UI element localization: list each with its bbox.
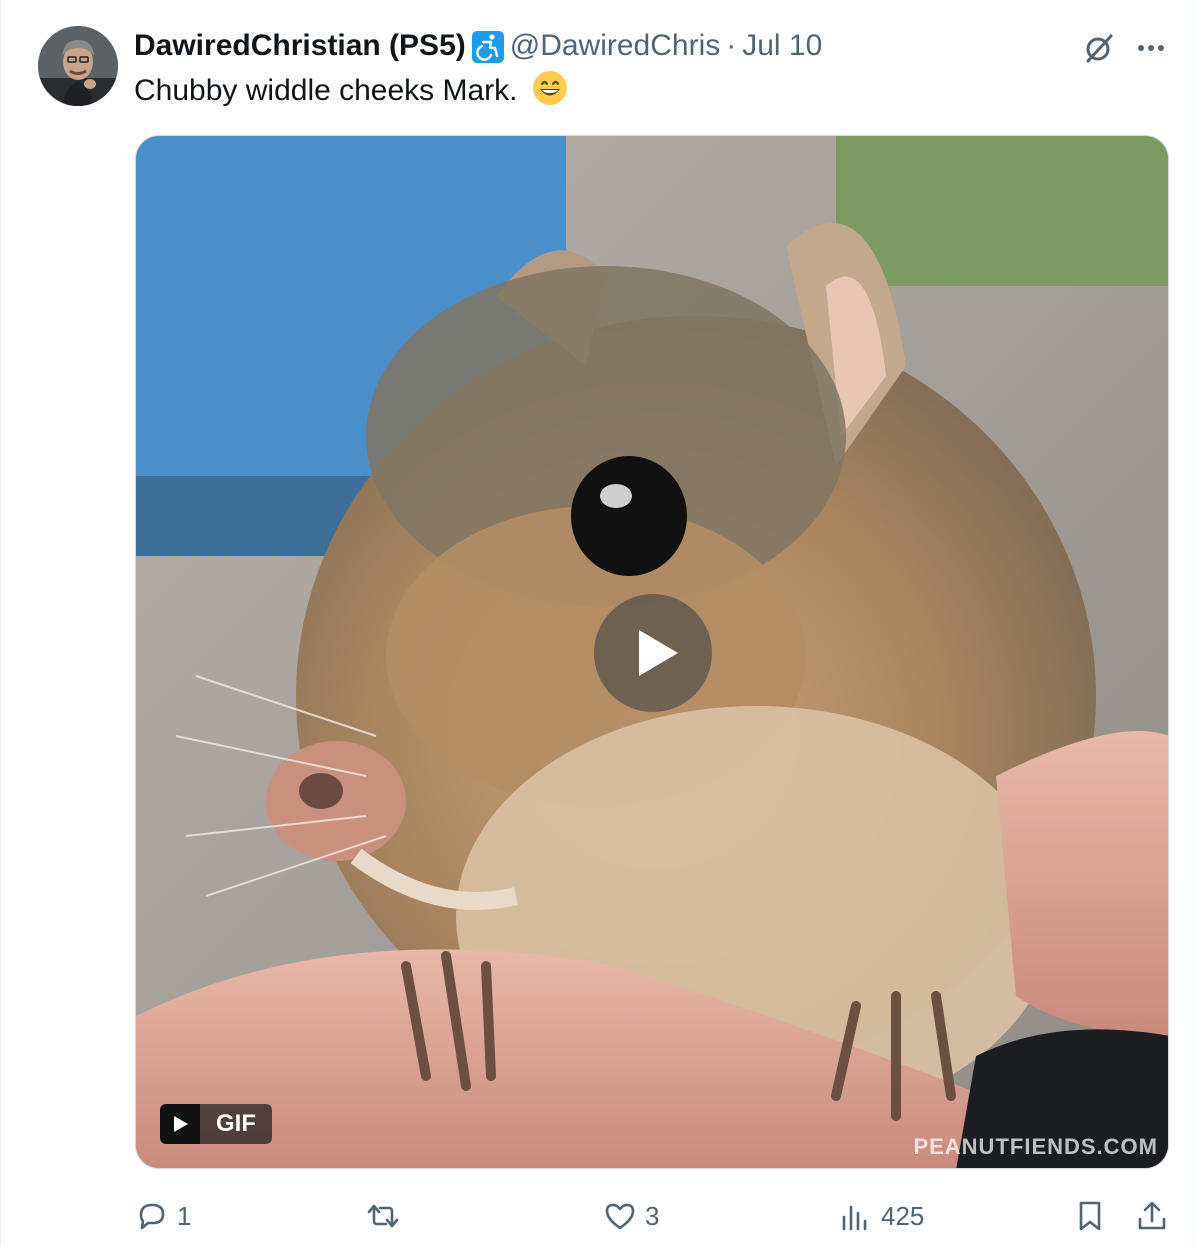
gif-label: GIF <box>200 1104 272 1144</box>
views-button[interactable]: 425 <box>839 1196 924 1236</box>
repost-button[interactable] <box>366 1196 408 1236</box>
reply-count: 1 <box>177 1200 192 1231</box>
more-icon[interactable] <box>1133 30 1169 66</box>
gif-badge: GIF <box>160 1104 272 1144</box>
bookmark-icon <box>1079 1201 1101 1231</box>
bookmark-button[interactable] <box>1073 1196 1107 1236</box>
views-icon <box>842 1205 867 1231</box>
tweet-date[interactable]: Jul 10 <box>742 26 822 66</box>
tweet-text: Chubby widdle cheeks Mark. <box>134 70 568 111</box>
reply-icon <box>139 1203 165 1230</box>
separator-dot: · <box>726 29 737 62</box>
accessibility-badge-icon <box>471 31 504 63</box>
gif-play-icon <box>160 1104 200 1144</box>
play-icon <box>639 630 678 676</box>
like-button[interactable]: 3 <box>603 1196 659 1236</box>
tweet-text-content: Chubby widdle cheeks Mark. <box>134 74 518 107</box>
reply-button[interactable]: 1 <box>135 1196 191 1236</box>
user-handle[interactable]: @DawiredChris <box>510 26 721 66</box>
watermark: PEANUTFIENDS.COM <box>913 1134 1158 1159</box>
tweet-header: DawiredChristian (PS5) @DawiredChris · J… <box>134 26 822 66</box>
repost-icon <box>367 1204 399 1228</box>
like-count: 3 <box>645 1200 660 1231</box>
gif-media[interactable]: GIF PEANUTFIENDS.COM <box>135 135 1169 1169</box>
play-button[interactable] <box>594 594 712 712</box>
views-count: 425 <box>881 1200 925 1231</box>
grok-icon[interactable] <box>1081 30 1117 66</box>
share-icon <box>1138 1201 1166 1230</box>
share-button[interactable] <box>1135 1196 1169 1236</box>
grinning-emoji-icon <box>532 70 568 106</box>
like-icon <box>605 1203 635 1230</box>
display-name[interactable]: DawiredChristian (PS5) <box>134 26 466 66</box>
tweet-card[interactable]: DawiredChristian (PS5) @DawiredChris · J… <box>0 0 1194 1246</box>
avatar[interactable] <box>38 26 118 106</box>
